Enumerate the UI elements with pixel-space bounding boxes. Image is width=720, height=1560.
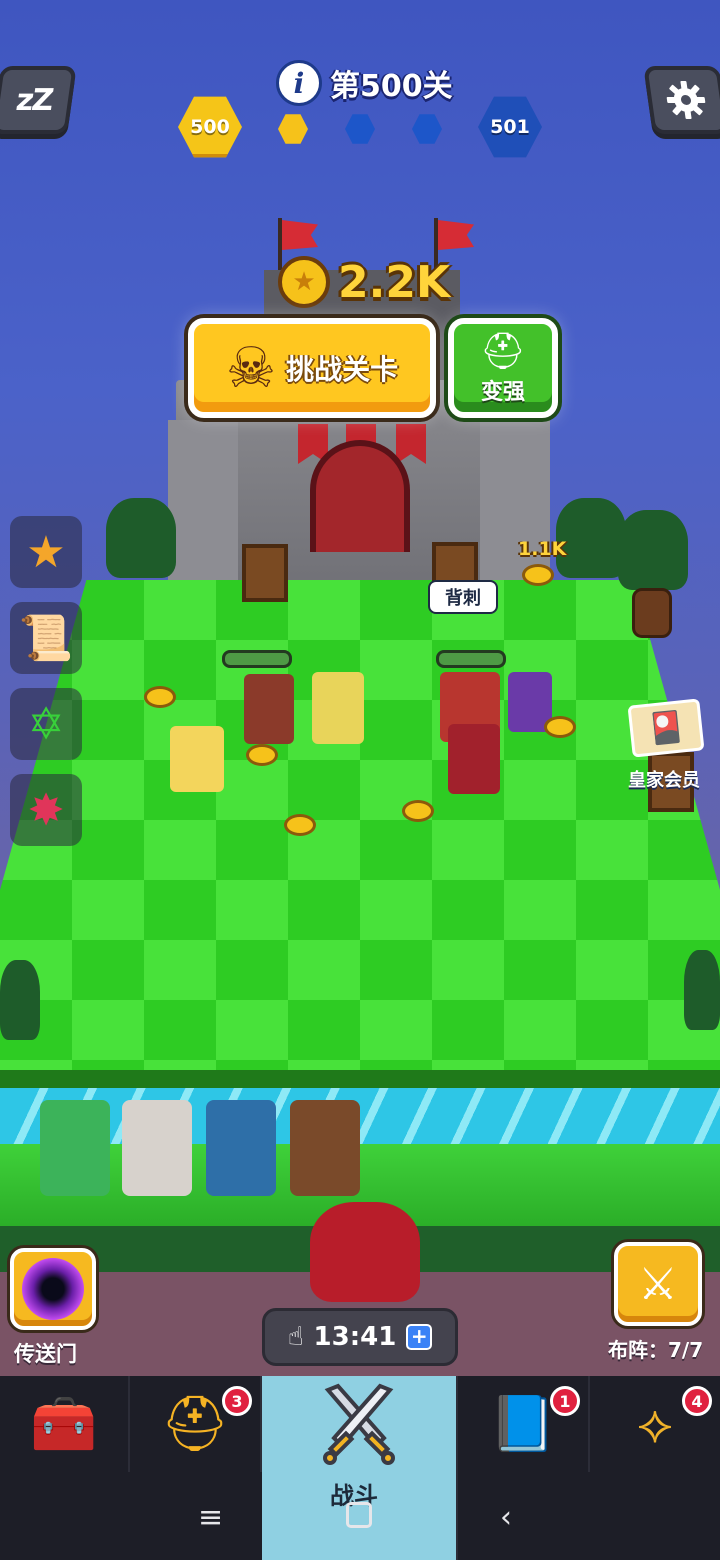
crossed-swords-icon bbox=[323, 1383, 395, 1465]
hero-unit[interactable] bbox=[244, 674, 294, 744]
home-icon[interactable] bbox=[346, 1502, 372, 1528]
info-icon[interactable]: i bbox=[276, 60, 322, 106]
tab-battle[interactable] bbox=[262, 1376, 458, 1560]
tree bbox=[618, 510, 688, 590]
dragon-hero[interactable] bbox=[310, 1202, 420, 1302]
royal-member-label: 皇家会员 bbox=[628, 770, 700, 791]
bench-hero[interactable] bbox=[290, 1100, 360, 1196]
gold-coin[interactable] bbox=[144, 686, 176, 708]
board-edge bbox=[0, 1070, 720, 1088]
gold-coin[interactable] bbox=[544, 716, 576, 738]
rank-button[interactable]: ★ bbox=[10, 516, 82, 588]
battle-board[interactable] bbox=[0, 580, 720, 1080]
viking-hero-icon: ⚔ bbox=[638, 1258, 678, 1310]
gold-amount: 2.2K bbox=[338, 256, 451, 308]
tree bbox=[556, 498, 626, 578]
enemy-health-bar bbox=[222, 650, 292, 668]
winged-helmet-icon: ⛑ bbox=[160, 1392, 230, 1455]
quest-scroll-button[interactable]: 📜 bbox=[10, 602, 82, 674]
barrel bbox=[632, 588, 672, 638]
gold-coin[interactable] bbox=[284, 814, 316, 836]
skill-tag: 背刺 bbox=[428, 580, 498, 614]
level-title: i 第500关 bbox=[276, 60, 453, 106]
formation-count: 7/7 bbox=[668, 1338, 704, 1362]
notification-badge: 4 bbox=[682, 1386, 712, 1416]
level-label: 第500关 bbox=[330, 69, 453, 104]
castle-door bbox=[310, 440, 410, 552]
formation-button[interactable]: ⚔ bbox=[614, 1242, 702, 1326]
gold-coin[interactable] bbox=[402, 800, 434, 822]
tree bbox=[106, 498, 176, 578]
winged-helmet-icon: ⛑ bbox=[480, 331, 526, 372]
formation-label: 布阵：7/7 bbox=[608, 1334, 703, 1363]
talent-button[interactable]: ✡ bbox=[10, 688, 82, 760]
tab-chest[interactable]: 🧰 bbox=[0, 1376, 130, 1472]
red-flag bbox=[282, 220, 318, 250]
menu-icon[interactable]: ≡ bbox=[198, 1500, 223, 1535]
tree bbox=[0, 960, 40, 1040]
power-up-label: 变强 bbox=[480, 380, 525, 405]
trophy-podium-icon: ★ bbox=[26, 526, 66, 578]
bench-hero[interactable] bbox=[206, 1100, 276, 1196]
skull-icon: ☠ bbox=[225, 335, 277, 401]
settings-button[interactable] bbox=[643, 66, 720, 134]
next-level-hex: 501 bbox=[478, 96, 542, 158]
timer-value: 13:41 bbox=[313, 1322, 397, 1352]
gold-coin[interactable] bbox=[522, 564, 554, 586]
bench-hero[interactable] bbox=[40, 1100, 110, 1196]
hexagram-icon: ✡ bbox=[27, 698, 65, 750]
portal-label: 传送门 bbox=[14, 1342, 77, 1366]
tree bbox=[684, 950, 720, 1030]
red-map-icon: ✸ bbox=[27, 784, 65, 836]
back-icon[interactable]: ‹ bbox=[500, 1500, 512, 1535]
gear-icon bbox=[666, 81, 706, 119]
sleep-button[interactable]: zZ bbox=[0, 66, 77, 134]
dragon-unit[interactable] bbox=[448, 724, 500, 794]
amulet-icon: ⟡ bbox=[637, 1392, 673, 1455]
hero-unit[interactable] bbox=[312, 672, 364, 744]
auto-timer[interactable]: ☝ 13:41 + bbox=[262, 1308, 458, 1366]
map-button[interactable]: ✸ bbox=[10, 774, 82, 846]
tap-hand-icon: ☝ bbox=[287, 1322, 304, 1352]
coin-popup: 1.1K bbox=[518, 538, 567, 560]
current-level-hex: 500 bbox=[178, 96, 242, 158]
power-up-button[interactable]: ⛑ 变强 bbox=[448, 318, 558, 418]
gold-coin[interactable] bbox=[246, 744, 278, 766]
portal-button[interactable] bbox=[10, 1248, 96, 1330]
enemy-health-bar bbox=[436, 650, 506, 668]
portal-icon bbox=[22, 1258, 84, 1320]
add-time-button[interactable]: + bbox=[406, 1324, 433, 1350]
challenge-label: 挑战关卡 bbox=[286, 353, 399, 386]
castle-gold: ★ 2.2K bbox=[278, 256, 450, 308]
notification-badge: 3 bbox=[222, 1386, 252, 1416]
hero-unit[interactable] bbox=[170, 726, 224, 792]
zzz-icon: zZ bbox=[13, 82, 55, 118]
scroll-icon: 📜 bbox=[18, 613, 74, 664]
challenge-level-button[interactable]: ☠ 挑战关卡 bbox=[188, 318, 436, 418]
red-flag bbox=[438, 220, 474, 250]
progress-hex-done bbox=[278, 114, 308, 144]
royal-member-card[interactable]: 🎴 bbox=[627, 698, 705, 758]
notification-badge: 1 bbox=[550, 1386, 580, 1416]
treasure-chest-icon: 🧰 bbox=[30, 1392, 98, 1455]
coin-icon: ★ bbox=[278, 256, 330, 308]
bench-hero[interactable] bbox=[122, 1100, 192, 1196]
formation-text: 布阵： bbox=[608, 1338, 668, 1362]
progress-hex-pending bbox=[345, 114, 375, 144]
spellbook-icon: 📘 bbox=[489, 1392, 557, 1455]
vip-card-icon: 🎴 bbox=[645, 708, 687, 748]
crate bbox=[242, 544, 288, 602]
progress-hex-pending bbox=[412, 114, 442, 144]
